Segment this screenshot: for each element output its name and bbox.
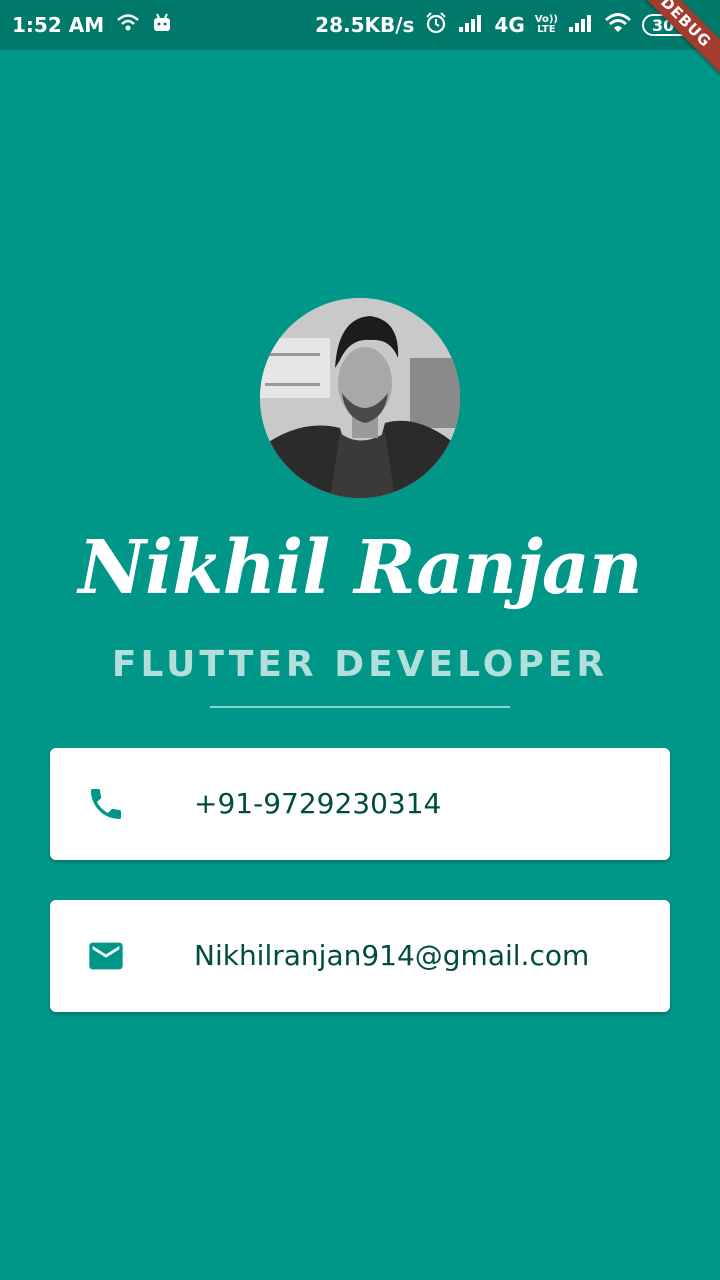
network-speed: 28.5KB/s: [315, 13, 415, 37]
email-icon: [86, 936, 126, 976]
signal-icon-2: [568, 13, 594, 38]
divider: [210, 706, 510, 708]
status-time: 1:52 AM: [12, 13, 105, 37]
email-card[interactable]: Nikhilranjan914@gmail.com: [50, 900, 670, 1012]
lte-label: LTE: [537, 24, 556, 35]
phone-icon: [86, 784, 126, 824]
volte-indicator: Vo)) LTE: [535, 15, 558, 35]
phone-card[interactable]: +91-9729230314: [50, 748, 670, 860]
alarm-icon: [424, 11, 448, 40]
wifi-icon-2: [604, 12, 632, 39]
network-type: 4G: [494, 13, 525, 37]
phone-number: +91-9729230314: [194, 787, 442, 820]
status-bar: 1:52 AM 28.5KB/s 4G Vo)) LTE 30: [0, 0, 720, 50]
email-address: Nikhilranjan914@gmail.com: [194, 939, 590, 972]
android-icon: [152, 13, 172, 38]
avatar: [260, 298, 460, 498]
signal-icon: [458, 13, 484, 38]
wifi-icon: [116, 13, 140, 38]
profile-name: Nikhil Ranjan: [78, 525, 642, 611]
profile-title: FLUTTER DEVELOPER: [111, 644, 609, 685]
